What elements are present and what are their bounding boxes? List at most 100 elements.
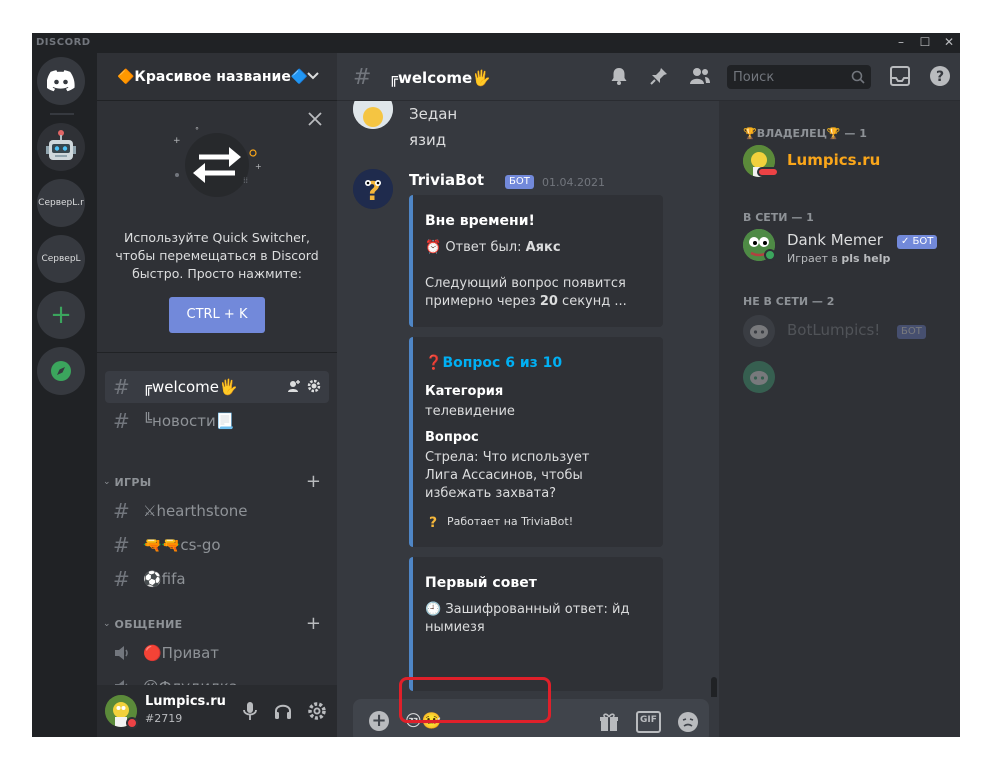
settings-gear-icon[interactable] — [307, 701, 327, 721]
quick-switcher-text: Используйте Quick Switcher, чтобы переме… — [115, 230, 319, 281]
title-bar: DISCORD – ☐ ✕ — [32, 33, 960, 53]
emoji-icon[interactable] — [677, 711, 699, 733]
message-text: язид — [409, 131, 447, 149]
message-timestamp: 01.04.2021 — [542, 176, 605, 189]
user-avatar-icon — [353, 101, 393, 129]
headphones-icon[interactable] — [273, 701, 293, 721]
avatar[interactable] — [743, 315, 775, 347]
server-rail: СервеpL.r СервеpL + — [32, 53, 92, 737]
search-input[interactable] — [733, 68, 843, 86]
maximize-icon[interactable]: ☐ — [918, 35, 932, 49]
channel-name: 🔫🔫cs-go — [143, 536, 221, 554]
channel-csgo[interactable]: # 🔫🔫cs-go — [105, 529, 329, 561]
user-tag: #2719 — [145, 712, 183, 725]
app-brand: DISCORD — [36, 37, 91, 48]
search-box[interactable] — [727, 65, 871, 89]
chevron-down-icon: ⌄ — [103, 477, 111, 487]
next-text: Следующий вопрос появится — [425, 276, 626, 291]
embed-time-up: Вне времени! ⏰ Ответ был: Аякс Следующий… — [409, 195, 663, 327]
channel-name: ⚽fifa — [143, 570, 186, 588]
inbox-icon[interactable] — [889, 65, 911, 87]
pin-icon[interactable] — [649, 66, 669, 86]
message-author[interactable]: TriviaBot — [409, 171, 484, 189]
gif-icon[interactable]: GIF — [636, 711, 661, 733]
svg-text:+: + — [173, 136, 181, 146]
member-name[interactable]: Lumpics.ru — [787, 151, 880, 169]
search-icon — [851, 70, 865, 84]
minimize-icon[interactable]: – — [894, 35, 908, 49]
next-seconds: 20 — [539, 294, 558, 309]
member-name[interactable]: BotLumpics! — [787, 321, 880, 339]
embed-title: ❓Вопрос 6 из 10 — [425, 355, 562, 371]
rail-separator — [50, 113, 74, 115]
bot-badge: БОТ — [897, 325, 926, 339]
category-label: ИГРЫ — [114, 475, 152, 489]
channel-hearthstone[interactable]: # ⚔hearthstone — [105, 495, 329, 527]
hash-icon: # — [353, 65, 372, 90]
chat-area: # ╔welcome🖐 Поиск ? Зедан язид ? TriviaB… — [337, 53, 960, 737]
trivia-bot-avatar-icon: ? — [353, 169, 393, 209]
add-channel-icon[interactable]: + — [306, 615, 321, 633]
composer-highlight-box — [399, 677, 551, 723]
user-panel: Lumpics.ru #2719 — [97, 685, 337, 737]
add-attachment-icon[interactable]: + — [369, 711, 389, 731]
channel-fifa[interactable]: # ⚽fifa — [105, 563, 329, 595]
close-icon[interactable] — [307, 111, 323, 127]
hash-icon: # — [113, 499, 130, 523]
field-label: Категория — [425, 384, 504, 399]
channel-name: 🔴Приват — [143, 644, 219, 662]
chat-header: # ╔welcome🖐 Поиск ? — [337, 53, 960, 101]
svg-text:⁞⁞: ⁞⁞ — [243, 176, 248, 185]
field-value: телевидение — [425, 404, 515, 419]
server-bot[interactable] — [37, 123, 85, 171]
quick-switcher-button[interactable]: CTRL + K — [169, 297, 265, 333]
channel-title: ╔welcome🖐 — [389, 69, 491, 87]
gear-icon[interactable] — [307, 379, 321, 393]
avatar[interactable] — [353, 101, 393, 129]
channel-name: ╚новости📃 — [143, 412, 235, 430]
voice-channel-private[interactable]: 🔴Приват — [105, 637, 329, 669]
member-category-online: В СЕТИ — 1 — [743, 211, 814, 224]
server-item-2[interactable]: СервеpL — [37, 235, 85, 283]
embed-text: 🕘 Зашифрованный ответ: йд нымиезя — [425, 602, 630, 635]
avatar[interactable]: ? — [353, 169, 393, 209]
svg-text:°: ° — [195, 126, 199, 135]
channel-name: ⚔hearthstone — [143, 502, 248, 520]
close-window-icon[interactable]: ✕ — [942, 35, 956, 49]
chevron-down-icon: ⌄ — [103, 619, 111, 629]
field-label: Вопрос — [425, 430, 479, 445]
guild-header[interactable]: 🔶Красивое название🔷 — [97, 53, 337, 101]
microphone-icon[interactable] — [241, 701, 259, 721]
channel-welcome[interactable]: # ╔welcome🖐 — [105, 371, 329, 403]
question-number: Вопрос 6 из 10 — [442, 355, 563, 371]
server-label: СервеpL — [41, 254, 81, 264]
invite-icon[interactable] — [287, 379, 301, 393]
category-chat[interactable]: ⌄ ОБЩЕНИЕ + — [103, 615, 331, 633]
embed-next-question: Следующий вопрос появится примерно через … — [425, 275, 655, 311]
hash-icon: # — [113, 567, 130, 591]
hash-icon: # — [113, 533, 130, 557]
verified-bot-badge: ✓ БОТ — [897, 235, 938, 249]
add-server-button[interactable]: + — [37, 291, 85, 339]
discord-window: DISCORD – ☐ ✕ СервеpL.r СервеpL + 🔶Краси… — [32, 33, 960, 737]
member-name[interactable]: Dank Memer — [787, 231, 883, 249]
chevron-down-icon — [307, 72, 319, 80]
embed-footer: Работает на TriviaBot! — [447, 515, 574, 528]
category-games[interactable]: ⌄ ИГРЫ + — [103, 473, 331, 491]
avatar[interactable] — [743, 361, 775, 393]
gift-icon[interactable] — [598, 711, 620, 733]
members-icon[interactable] — [689, 66, 711, 86]
help-icon[interactable]: ? — [929, 65, 951, 87]
add-channel-icon[interactable]: + — [306, 473, 321, 491]
home-button[interactable] — [37, 57, 85, 105]
svg-text:+: + — [255, 162, 262, 171]
hash-icon: # — [113, 375, 130, 399]
explore-servers-button[interactable] — [37, 347, 85, 395]
bell-icon[interactable] — [609, 66, 629, 86]
server-item-1[interactable]: СервеpL.r — [37, 179, 85, 227]
message-list: Зедан язид ? TriviaBot БОТ 01.04.2021 Вн… — [337, 101, 719, 697]
channel-news[interactable]: # ╚новости📃 — [105, 405, 329, 437]
arrows-switch-icon: + + ⁞⁞ ° — [173, 126, 262, 197]
next-text: секунд ... — [557, 294, 627, 309]
scrollbar[interactable] — [711, 677, 717, 697]
